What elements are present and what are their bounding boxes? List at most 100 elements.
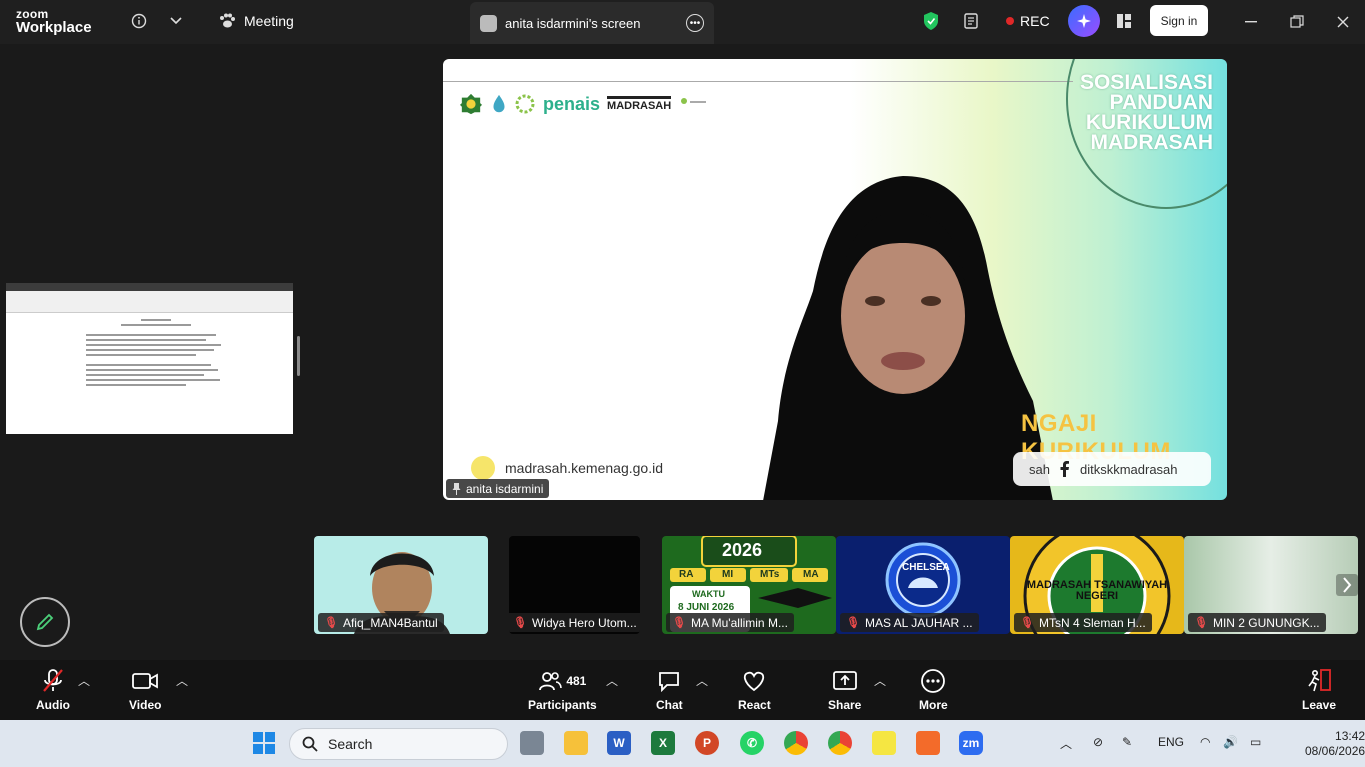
search-label: Search — [328, 736, 373, 752]
pen-input-icon[interactable]: ✎ — [1122, 735, 1132, 749]
audio-options-caret-icon[interactable]: ︿ — [78, 672, 90, 689]
social-handle-pill: sah ditkskkmadrasah — [1013, 452, 1211, 486]
share-options-caret-icon[interactable]: ︿ — [874, 672, 886, 689]
heart-icon — [741, 668, 767, 694]
madrasah-logo: MADRASAH — [607, 96, 672, 112]
participant-tile[interactable]: MADRASAH TSANAWIYAH NEGERI 🎙 MTsN 4 Slem… — [1010, 536, 1184, 634]
sign-in-button[interactable]: Sign in — [1150, 5, 1208, 36]
participants-button[interactable]: 481 Participants — [528, 668, 597, 712]
info-icon[interactable] — [128, 10, 150, 32]
share-button[interactable]: Share — [828, 668, 861, 712]
penais-logo: penais — [543, 93, 601, 114]
paint-icon[interactable] — [916, 731, 940, 755]
battery-icon[interactable]: ▭ — [1250, 735, 1261, 749]
volume-icon[interactable]: 🔊 — [1223, 735, 1238, 749]
participants-label: Participants — [528, 698, 597, 712]
doc-ribbon — [6, 291, 293, 313]
restore-icon[interactable] — [1287, 12, 1307, 32]
slide-title: SOSIALISASI PANDUAN KURIKULUM MADRASAH — [1079, 71, 1213, 154]
clock[interactable]: 13:42 08/06/2026 — [1305, 729, 1365, 759]
next-page-icon[interactable] — [1336, 574, 1358, 596]
leave-button[interactable]: Leave — [1302, 668, 1336, 712]
chrome-profile-icon[interactable] — [828, 731, 852, 755]
wifi-icon[interactable]: ◠ — [1200, 735, 1210, 749]
header-rule — [443, 81, 1073, 82]
participant-name: Afiq_MAN4Bantul — [342, 615, 438, 630]
file-explorer-icon[interactable] — [564, 731, 588, 755]
participant-tile[interactable]: CHELSEA 🎙 MAS AL JAUHAR ... — [836, 536, 1010, 634]
shared-screen-tab[interactable]: anita isdarmini's screen ••• — [470, 2, 714, 44]
poster-waktu: WAKTU — [692, 589, 725, 599]
powerpoint-icon[interactable]: P — [695, 731, 719, 755]
tray-chevron-icon[interactable]: ︿ — [1060, 735, 1072, 752]
participant-name: MTsN 4 Sleman H... — [1038, 615, 1146, 630]
whatsapp-icon[interactable]: ✆ — [740, 731, 764, 755]
react-button[interactable]: React — [738, 668, 771, 712]
poster-chip: MA — [803, 569, 819, 580]
facebook-icon — [1060, 461, 1069, 477]
social-partial-text: sah — [1029, 461, 1050, 477]
website-url: madrasah.kemenag.go.id — [471, 456, 663, 480]
more-label: More — [919, 698, 948, 712]
school-emblem-text: MADRASAH TSANAWIYAH NEGERI — [1026, 579, 1168, 602]
word-icon[interactable]: W — [607, 731, 631, 755]
participants-count: 481 — [566, 674, 587, 688]
participant-tile[interactable]: 2026 RA MI MTs MA WAKTU 8 JUNI 2026 🎙 MA… — [662, 536, 836, 634]
participant-tile[interactable]: 🎙 Afiq_MAN4Bantul — [314, 536, 488, 634]
close-icon[interactable] — [1333, 12, 1353, 32]
chat-button[interactable]: Chat — [656, 668, 683, 712]
participants-options-caret-icon[interactable]: ︿ — [606, 672, 618, 689]
zoom-taskbar-icon[interactable]: zm — [959, 731, 983, 755]
audio-button[interactable]: Audio — [36, 668, 70, 712]
presenter-name-tag: anita isdarmini — [446, 479, 550, 498]
chat-options-caret-icon[interactable]: ︿ — [696, 672, 708, 689]
chrome-icon[interactable] — [784, 731, 808, 755]
partner-logo-icon — [681, 98, 707, 104]
more-icon — [920, 668, 946, 694]
layout-icon[interactable] — [1113, 10, 1135, 32]
mic-muted-icon — [41, 668, 65, 694]
clock-time: 13:42 — [1335, 729, 1365, 743]
video-button[interactable]: Video — [129, 668, 161, 712]
meeting-label: Meeting — [244, 13, 294, 29]
sticky-notes-icon[interactable] — [872, 731, 896, 755]
participant-tile[interactable]: 🎙 Widya Hero Utom... — [509, 536, 640, 634]
mic-muted-icon: 🎙 — [672, 617, 686, 629]
taskbar-search[interactable]: Search — [289, 728, 508, 760]
network-off-icon[interactable]: ⊘ — [1093, 735, 1103, 749]
poster-date: 8 JUNI 2026 — [678, 602, 735, 613]
shield-icon[interactable] — [920, 10, 942, 32]
language-indicator[interactable]: ENG — [1158, 735, 1184, 749]
shared-screen: SOSIALISASI PANDUAN KURIKULUM MADRASAH p… — [443, 59, 1227, 500]
meeting-menu[interactable]: Meeting — [218, 13, 294, 29]
more-options-icon[interactable]: ••• — [686, 14, 704, 32]
excel-icon[interactable]: X — [651, 731, 675, 755]
top-bar: zoom Workplace Meeting anita isdarmini's… — [0, 0, 1365, 44]
task-view-icon[interactable] — [520, 731, 544, 755]
notes-icon[interactable] — [961, 10, 983, 32]
ai-companion-icon[interactable] — [1068, 5, 1100, 37]
chat-icon — [657, 668, 681, 694]
chevron-down-icon[interactable] — [165, 10, 187, 32]
pin-icon — [452, 482, 461, 495]
annotate-pen-button[interactable] — [20, 597, 70, 647]
shared-screen-title: anita isdarmini's screen — [505, 15, 641, 31]
recording-indicator[interactable]: REC — [1006, 13, 1050, 29]
windows-start-icon[interactable] — [252, 731, 276, 755]
presenter-video — [763, 176, 1053, 500]
globe-icon — [471, 456, 495, 480]
pencil-icon — [36, 613, 54, 631]
panel-splitter[interactable] — [297, 336, 300, 376]
mic-muted-icon: 🎙 — [1194, 617, 1208, 629]
document-thumbnail[interactable] — [6, 283, 293, 434]
participant-tile[interactable]: 🎙 MIN 2 GUNUNGK... — [1184, 536, 1358, 634]
mic-muted-icon: 🎙 — [324, 617, 338, 629]
doc-page — [86, 319, 226, 389]
mic-muted-icon: 🎙 — [846, 617, 860, 629]
share-label: Share — [828, 698, 862, 712]
more-button[interactable]: More — [919, 668, 948, 712]
poster-chip: MI — [722, 569, 734, 580]
minimize-icon[interactable] — [1241, 12, 1261, 32]
social-handle-text: ditkskkmadrasah — [1079, 461, 1178, 477]
video-options-caret-icon[interactable]: ︿ — [176, 672, 188, 689]
